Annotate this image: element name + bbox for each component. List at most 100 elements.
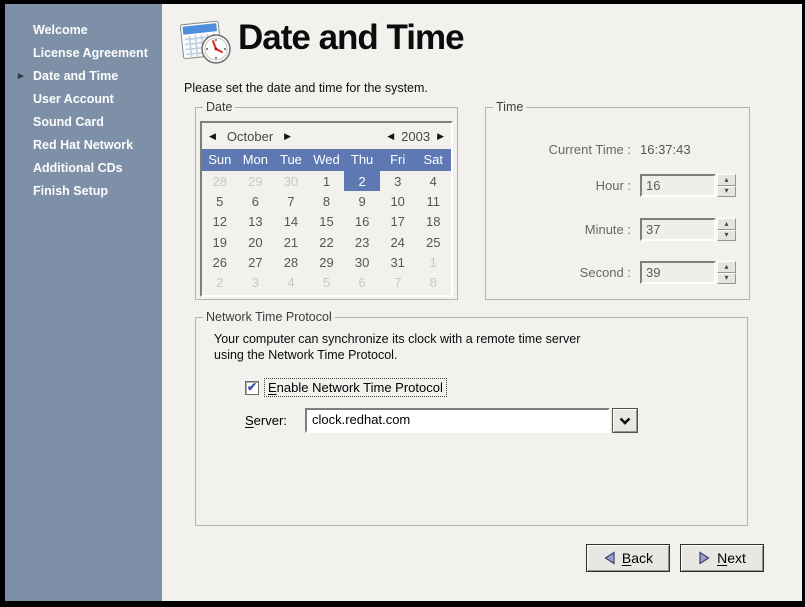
hour-input[interactable]: 16 (640, 174, 716, 197)
calendar-day[interactable]: 26 (202, 252, 238, 272)
calendar-day[interactable]: 27 (238, 252, 274, 272)
calendar-day[interactable]: 7 (273, 191, 309, 211)
server-input[interactable]: clock.redhat.com (305, 408, 610, 433)
calendar-day[interactable]: 5 (202, 191, 238, 211)
checkmark-icon: ✔ (247, 380, 257, 394)
back-button-label: Back (622, 550, 653, 566)
sidebar-item-license-agreement[interactable]: License Agreement (5, 42, 162, 65)
calendar-day[interactable]: 9 (344, 191, 380, 211)
sidebar-item-finish-setup[interactable]: Finish Setup (5, 180, 162, 203)
calendar-day[interactable]: 12 (202, 212, 238, 232)
calendar-day[interactable]: 6 (344, 273, 380, 293)
calendar-day[interactable]: 2 (202, 273, 238, 293)
server-combo[interactable]: clock.redhat.com (305, 408, 638, 433)
calendar-day-header: Thu (344, 149, 380, 171)
calendar-day[interactable]: 8 (309, 191, 345, 211)
calendar-day[interactable]: 30 (273, 171, 309, 191)
ntp-description-line1: Your computer can synchronize its clock … (214, 331, 580, 347)
calendar-day[interactable]: 28 (273, 252, 309, 272)
calendar-day[interactable]: 24 (380, 232, 416, 252)
calendar-day[interactable]: 19 (202, 232, 238, 252)
current-time-row: Current Time : 16:37:43 (494, 138, 736, 161)
sidebar-nav: WelcomeLicense Agreement▸Date and TimeUs… (5, 4, 162, 601)
sidebar-item-red-hat-network[interactable]: Red Hat Network (5, 134, 162, 157)
second-spin-down-icon[interactable]: ▾ (717, 273, 736, 285)
current-time-value: 16:37:43 (640, 142, 736, 157)
next-year-icon[interactable]: ▶ (437, 132, 444, 141)
current-time-label: Current Time : (494, 142, 631, 157)
ntp-server-row: Server: clock.redhat.com (245, 408, 638, 433)
calendar-day[interactable]: 14 (273, 212, 309, 232)
calendar-day-selected[interactable]: 2 (344, 171, 380, 191)
prev-month-icon[interactable]: ◀ (209, 132, 216, 141)
second-spinner[interactable]: 39 ▴ ▾ (640, 261, 736, 284)
calendar-day[interactable]: 11 (415, 191, 451, 211)
calendar-day[interactable]: 3 (238, 273, 274, 293)
calendar-day[interactable]: 7 (380, 273, 416, 293)
calendar-day[interactable]: 1 (309, 171, 345, 191)
sidebar-item-date-and-time[interactable]: ▸Date and Time (5, 65, 162, 88)
enable-ntp-label[interactable]: Enable Network Time Protocol (265, 379, 446, 396)
date-group-label: Date (203, 100, 235, 114)
calendar-day[interactable]: 29 (309, 252, 345, 272)
calendar-day[interactable]: 8 (415, 273, 451, 293)
calendar-day[interactable]: 5 (309, 273, 345, 293)
dropdown-arrow-icon (619, 417, 631, 425)
calendar-day[interactable]: 4 (415, 171, 451, 191)
back-arrow-icon (603, 551, 616, 565)
calendar-day[interactable]: 22 (309, 232, 345, 252)
server-dropdown-button[interactable] (612, 408, 638, 433)
calendar-day[interactable]: 23 (344, 232, 380, 252)
minute-input[interactable]: 37 (640, 218, 716, 241)
sidebar-item-welcome[interactable]: Welcome (5, 19, 162, 42)
calendar-day[interactable]: 10 (380, 191, 416, 211)
calendar-day[interactable]: 4 (273, 273, 309, 293)
calendar-day[interactable]: 29 (238, 171, 274, 191)
calendar-day-header: Sun (202, 149, 238, 171)
setup-wizard-window: WelcomeLicense Agreement▸Date and TimeUs… (0, 0, 805, 607)
calendar-day-header: Mon (238, 149, 274, 171)
calendar-day[interactable]: 21 (273, 232, 309, 252)
calendar-day[interactable]: 20 (238, 232, 274, 252)
ntp-description-line2: using the Network Time Protocol. (214, 347, 580, 363)
hour-spin-down-icon[interactable]: ▾ (717, 186, 736, 198)
main-panel: Date and Time Please set the date and ti… (162, 4, 802, 601)
hour-spin-up-icon[interactable]: ▴ (717, 174, 736, 186)
calendar-day[interactable]: 1 (415, 252, 451, 272)
calendar-day-header: Fri (380, 149, 416, 171)
calendar-day[interactable]: 25 (415, 232, 451, 252)
minute-spin-up-icon[interactable]: ▴ (717, 218, 736, 230)
calendar-day[interactable]: 15 (309, 212, 345, 232)
calendar-day[interactable]: 18 (415, 212, 451, 232)
calendar-day[interactable]: 30 (344, 252, 380, 272)
calendar-day[interactable]: 16 (344, 212, 380, 232)
sidebar-item-user-account[interactable]: User Account (5, 88, 162, 111)
sidebar-item-label: Sound Card (33, 115, 104, 129)
enable-ntp-checkbox[interactable]: ✔ (245, 381, 259, 395)
ntp-enable-row: ✔ Enable Network Time Protocol (245, 379, 446, 396)
back-button[interactable]: Back (586, 544, 670, 572)
second-input[interactable]: 39 (640, 261, 716, 284)
sidebar-item-sound-card[interactable]: Sound Card (5, 111, 162, 134)
calendar-week-row: 19202122232425 (202, 232, 451, 252)
calendar-day-header-row: SunMonTueWedThuFriSat (202, 149, 451, 171)
hour-spinner[interactable]: 16 ▴ ▾ (640, 174, 736, 197)
sidebar-item-label: Finish Setup (33, 184, 108, 198)
calendar-day[interactable]: 13 (238, 212, 274, 232)
next-month-icon[interactable]: ▶ (284, 132, 291, 141)
calendar-day[interactable]: 28 (202, 171, 238, 191)
minute-spinner[interactable]: 37 ▴ ▾ (640, 218, 736, 241)
next-arrow-icon (698, 551, 711, 565)
calendar-day[interactable]: 17 (380, 212, 416, 232)
second-row: Second : 39 ▴ ▾ (494, 261, 736, 284)
sidebar-item-additional-cds[interactable]: Additional CDs (5, 157, 162, 180)
calendar-nav: ◀ October ▶ ◀ 2003 ▶ (202, 123, 451, 149)
minute-spin-down-icon[interactable]: ▾ (717, 230, 736, 242)
calendar-day[interactable]: 31 (380, 252, 416, 272)
calendar-day[interactable]: 6 (238, 191, 274, 211)
sidebar-item-label: Additional CDs (33, 161, 123, 175)
next-button[interactable]: Next (680, 544, 764, 572)
calendar-day[interactable]: 3 (380, 171, 416, 191)
prev-year-icon[interactable]: ◀ (387, 132, 394, 141)
second-spin-up-icon[interactable]: ▴ (717, 261, 736, 273)
